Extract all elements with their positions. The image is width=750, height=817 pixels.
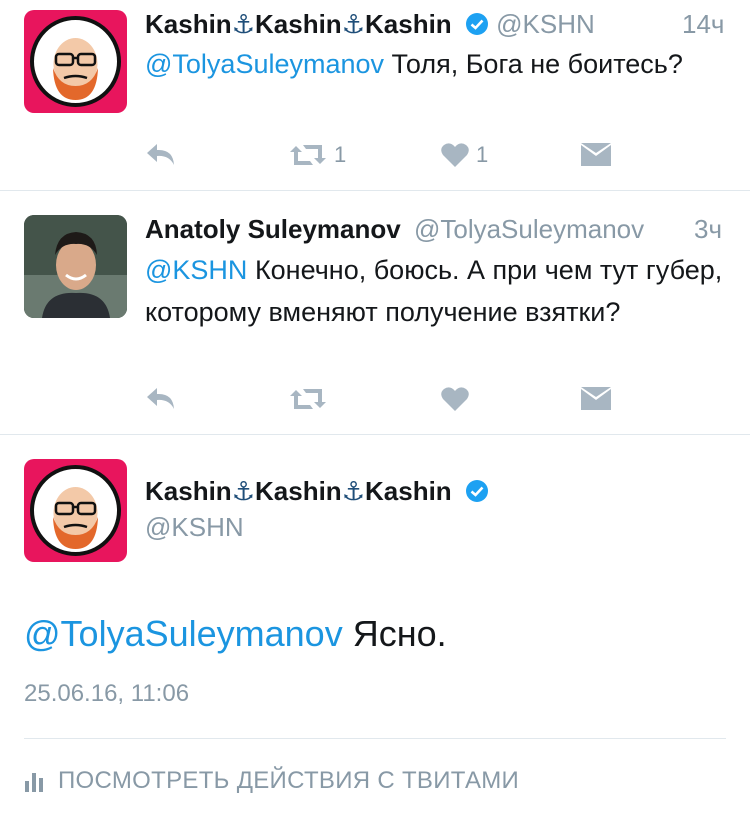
avatar[interactable]	[24, 10, 127, 113]
like-button[interactable]: 1	[440, 140, 488, 170]
reply-icon	[147, 388, 174, 409]
reply-button[interactable]	[145, 140, 177, 170]
verified-badge-icon	[465, 478, 489, 510]
tweet-timestamp[interactable]: 25.06.16, 11:06	[24, 679, 189, 709]
divider	[24, 738, 726, 739]
name-part: Kashin	[145, 476, 232, 506]
envelope-icon	[581, 387, 611, 410]
tweet-time[interactable]: 3ч	[694, 213, 722, 245]
anchor-icon: ⚓	[341, 476, 365, 506]
tweet-text-content: Толя, Бога не боитесь?	[384, 49, 683, 79]
tweet-text: @TolyaSuleymanov Толя, Бога не боитесь?	[145, 43, 735, 85]
heart-icon	[441, 387, 469, 411]
tweet-actions	[145, 384, 625, 414]
avatar[interactable]	[24, 215, 127, 318]
author-handle[interactable]: @KSHN	[145, 511, 244, 543]
tweet-2[interactable]: Anatoly Suleymanov @TolyaSuleymanov 3ч @…	[0, 191, 750, 434]
reply-icon	[147, 144, 174, 165]
author-name[interactable]: Kashin⚓Kashin⚓Kashin	[145, 476, 459, 506]
tweet-activity-label: ПОСМОТРЕТЬ ДЕЙСТВИЯ С ТВИТАМИ	[58, 767, 520, 794]
retweet-button[interactable]: 1	[288, 140, 346, 170]
heart-icon	[441, 143, 469, 167]
retweet-icon	[290, 389, 326, 409]
anchor-icon: ⚓	[341, 9, 365, 39]
focused-tweet: Kashin⚓Kashin⚓Kashin @KSHN @TolyaSuleyma…	[0, 435, 750, 817]
author-name[interactable]: Anatoly Suleymanov	[145, 214, 401, 244]
reply-button[interactable]	[145, 384, 177, 414]
bar-chart-icon	[25, 773, 43, 792]
tweet-header: Kashin⚓Kashin⚓Kashin	[145, 475, 489, 510]
name-part: Kashin	[365, 9, 452, 39]
anchor-icon: ⚓	[231, 9, 255, 39]
author-name[interactable]: Kashin⚓Kashin⚓Kashin	[145, 9, 459, 39]
tweet-header: Kashin⚓Kashin⚓Kashin @KSHN	[145, 8, 595, 43]
avatar-portrait-icon	[30, 465, 121, 556]
retweet-count: 1	[334, 142, 347, 167]
name-part: Kashin	[255, 476, 342, 506]
author-handle[interactable]: @TolyaSuleymanov	[414, 214, 644, 244]
tweet-text-content: Ясно.	[342, 613, 447, 654]
tweet-header: Anatoly Suleymanov @TolyaSuleymanov	[145, 213, 644, 245]
tweet-text: @KSHN Конечно, боюсь. А при чем тут губе…	[145, 249, 735, 333]
avatar-photo-icon	[24, 215, 127, 318]
tweet-actions: 1 1	[145, 140, 625, 170]
retweet-icon	[290, 145, 326, 165]
name-part: Kashin	[365, 476, 452, 506]
anchor-icon: ⚓	[231, 476, 255, 506]
tweet-time[interactable]: 14ч	[682, 8, 724, 40]
avatar-portrait-icon	[30, 16, 121, 107]
direct-message-button[interactable]	[580, 140, 612, 170]
mention-link[interactable]: @KSHN	[145, 255, 247, 285]
direct-message-button[interactable]	[580, 384, 612, 414]
tweet-activity-button[interactable]: ПОСМОТРЕТЬ ДЕЙСТВИЯ С ТВИТАМИ	[24, 766, 519, 796]
author-handle[interactable]: @KSHN	[496, 9, 595, 39]
focused-tweet-text: @TolyaSuleymanov Ясно.	[24, 612, 447, 656]
like-button[interactable]	[440, 384, 470, 414]
retweet-button[interactable]	[288, 384, 328, 414]
verified-badge-icon	[465, 11, 489, 43]
name-part: Kashin	[145, 9, 232, 39]
tweet-1[interactable]: Kashin⚓Kashin⚓Kashin @KSHN 14ч @TolyaSul…	[0, 0, 750, 190]
envelope-icon	[581, 143, 611, 166]
mention-link[interactable]: @TolyaSuleymanov	[145, 49, 384, 79]
mention-link[interactable]: @TolyaSuleymanov	[24, 613, 343, 654]
avatar[interactable]	[24, 459, 127, 562]
name-part: Kashin	[255, 9, 342, 39]
like-count: 1	[476, 142, 489, 167]
